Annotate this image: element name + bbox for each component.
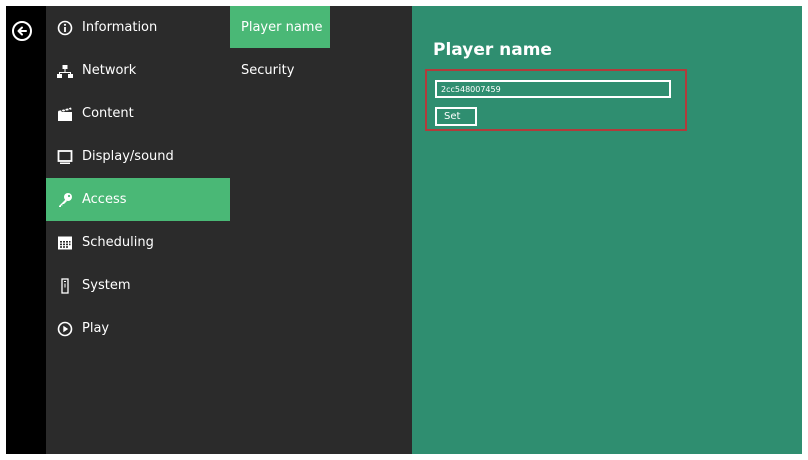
app-frame: Information Network Content Display/soun… [6, 6, 802, 454]
sidebar-item-label: Play [82, 321, 110, 336]
back-button[interactable] [12, 21, 32, 41]
player-name-input[interactable] [435, 80, 671, 98]
sub-navigation: Player name Security [230, 6, 412, 454]
sidebar-item-content[interactable]: Content [46, 92, 230, 135]
sidebar-item-label: Display/sound [82, 149, 174, 164]
sidebar: Information Network Content Display/soun… [46, 6, 230, 454]
play-icon [56, 320, 74, 338]
subnav-item-security[interactable]: Security [230, 49, 294, 92]
back-bar [6, 6, 46, 454]
subnav-item-player-name[interactable]: Player name [230, 6, 330, 48]
system-icon [56, 277, 74, 295]
sidebar-item-label: System [82, 278, 131, 293]
network-icon [56, 62, 74, 80]
sidebar-item-label: Information [82, 20, 158, 35]
sidebar-item-label: Network [82, 63, 137, 78]
key-icon [56, 191, 74, 209]
sidebar-item-access[interactable]: Access [46, 178, 230, 221]
set-button[interactable]: Set [435, 107, 477, 126]
content-panel: Player name Set [412, 6, 802, 454]
arrow-left-circle-icon [17, 26, 27, 36]
calendar-icon [56, 234, 74, 252]
sidebar-item-label: Content [82, 106, 134, 121]
sidebar-item-display-sound[interactable]: Display/sound [46, 135, 230, 178]
sidebar-item-information[interactable]: Information [46, 6, 230, 49]
sidebar-item-system[interactable]: System [46, 264, 230, 307]
sidebar-item-play[interactable]: Play [46, 307, 230, 350]
player-name-form: Set [425, 69, 687, 131]
info-icon [56, 19, 74, 37]
monitor-icon [56, 148, 74, 166]
sidebar-item-label: Access [82, 192, 127, 207]
sidebar-item-scheduling[interactable]: Scheduling [46, 221, 230, 264]
sidebar-item-network[interactable]: Network [46, 49, 230, 92]
clapperboard-icon [56, 105, 74, 123]
page-title: Player name [433, 40, 552, 60]
sidebar-item-label: Scheduling [82, 235, 154, 250]
